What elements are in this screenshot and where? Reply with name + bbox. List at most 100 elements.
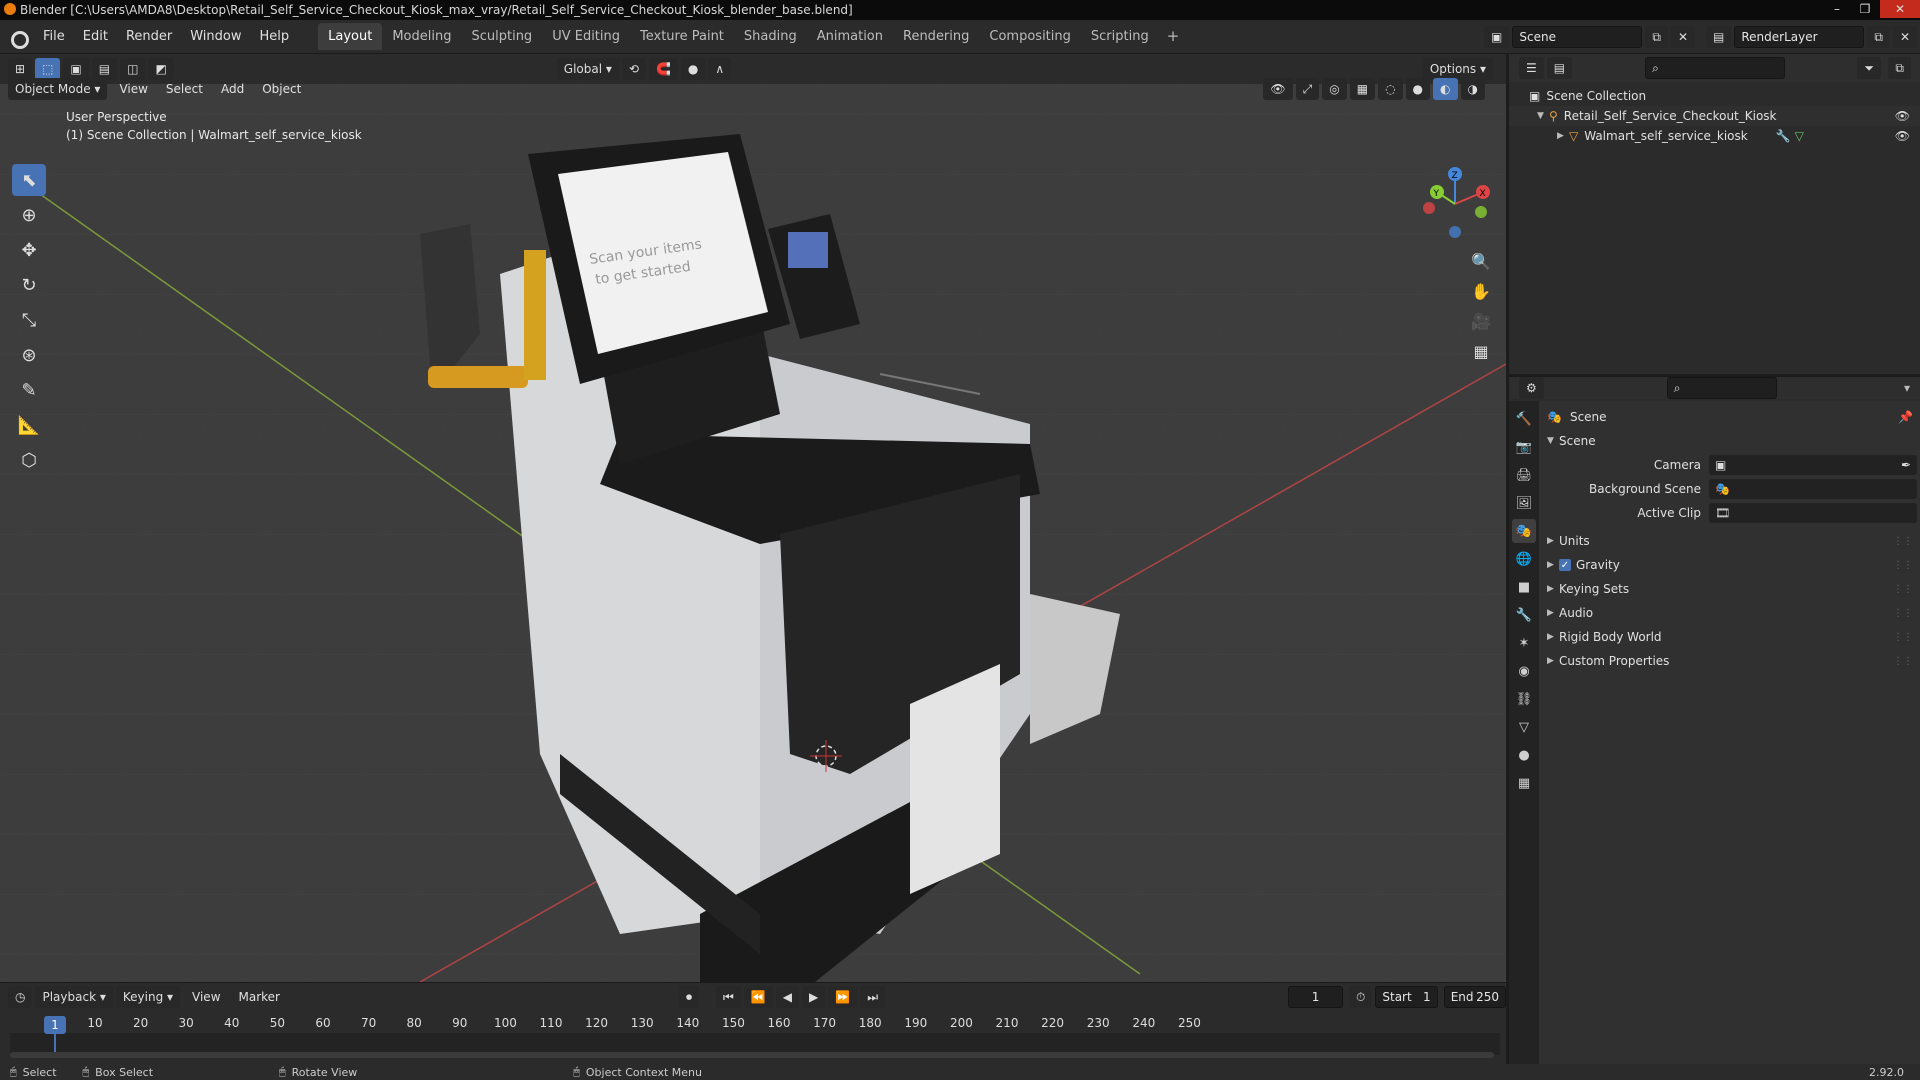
- solid-shading-icon[interactable]: ●: [1405, 78, 1431, 100]
- tab-modeling[interactable]: Modeling: [382, 23, 461, 50]
- background-scene-field[interactable]: 🎭: [1709, 479, 1917, 499]
- outliner-row-scene-collection[interactable]: ▣ Scene Collection: [1509, 86, 1920, 106]
- camera-field[interactable]: ▣ ✒: [1709, 455, 1917, 475]
- texture-tab-icon[interactable]: ▦: [1512, 771, 1536, 795]
- expand-arrow-icon[interactable]: ▶: [1547, 560, 1559, 570]
- gravity-checkbox[interactable]: ✓: [1559, 559, 1571, 571]
- timeline-editor-type-icon[interactable]: ◷: [8, 986, 33, 1008]
- render-layer-icon[interactable]: ▤: [1706, 26, 1732, 48]
- material-shading-icon[interactable]: ◐: [1433, 78, 1458, 100]
- menu-add[interactable]: Add: [212, 82, 253, 96]
- expand-arrow-icon[interactable]: ▶: [1547, 632, 1559, 642]
- units-panel[interactable]: ▶ Units ⋮⋮: [1539, 529, 1920, 553]
- new-collection-icon[interactable]: ⧉: [1888, 57, 1911, 79]
- drag-handle-icon[interactable]: ⋮⋮: [1893, 632, 1913, 643]
- start-frame-field[interactable]: Start 1: [1375, 986, 1438, 1008]
- frame-ruler[interactable]: 10 20 30 40 50 60 70 80 90 100 110 120 130 140 150 160 1…: [10, 1013, 1500, 1033]
- navigation-gizmo[interactable]: Z X Y: [1415, 164, 1495, 244]
- minimize-button[interactable]: –: [1824, 0, 1850, 18]
- pan-hand-icon[interactable]: ✋: [1466, 276, 1496, 306]
- scene-field[interactable]: Scene: [1512, 26, 1643, 48]
- expand-arrow-icon[interactable]: ▼: [1537, 111, 1549, 121]
- particles-tab-icon[interactable]: ✶: [1512, 631, 1536, 655]
- expand-arrow-icon[interactable]: ▶: [1557, 131, 1569, 141]
- jump-end-icon[interactable]: ⏭: [860, 986, 886, 1008]
- tab-scripting[interactable]: Scripting: [1081, 23, 1159, 50]
- custom-properties-panel[interactable]: ▶ Custom Properties ⋮⋮: [1539, 649, 1920, 673]
- gizmo-toggle-icon[interactable]: ⤢: [1295, 78, 1320, 100]
- measure-tool-icon[interactable]: 📐: [12, 409, 46, 441]
- menu-file[interactable]: File: [34, 29, 74, 44]
- collapse-arrow-icon[interactable]: ▼: [1547, 436, 1559, 446]
- outliner-row-kiosk-collection[interactable]: ▼ ⚲ Retail_Self_Service_Checkout_Kiosk 👁: [1509, 106, 1920, 126]
- object-tab-icon[interactable]: ■: [1512, 575, 1536, 599]
- transform-tool-icon[interactable]: ⊛: [12, 339, 46, 371]
- expand-arrow-icon[interactable]: ▶: [1547, 608, 1559, 618]
- output-tab-icon[interactable]: 🖨: [1512, 463, 1536, 487]
- drag-handle-icon[interactable]: ⋮⋮: [1893, 584, 1913, 595]
- end-frame-field[interactable]: End 250: [1443, 986, 1506, 1008]
- keying-dropdown[interactable]: Keying ▾: [115, 986, 181, 1008]
- camera-view-icon[interactable]: 🎥: [1466, 306, 1496, 336]
- visibility-eye-icon[interactable]: 👁: [1895, 109, 1910, 123]
- wireframe-shading-icon[interactable]: ◌: [1378, 78, 1403, 100]
- outliner-editor-type-icon[interactable]: ☰: [1519, 57, 1544, 79]
- scale-tool-icon[interactable]: ⤡: [12, 304, 46, 336]
- timeline-menu-marker[interactable]: Marker: [230, 990, 289, 1004]
- scene-panel-header[interactable]: ▼ Scene: [1539, 429, 1920, 453]
- timeline-scrollbar[interactable]: [10, 1052, 1494, 1058]
- tab-animation[interactable]: Animation: [807, 23, 893, 50]
- perspective-grid-icon[interactable]: ▦: [1466, 336, 1496, 366]
- tab-rendering[interactable]: Rendering: [893, 23, 979, 50]
- scene-type-icon[interactable]: ▣: [1484, 26, 1510, 48]
- menu-select[interactable]: Select: [157, 82, 212, 96]
- pin-icon[interactable]: 📌: [1898, 410, 1913, 424]
- playback-dropdown[interactable]: Playback ▾: [35, 986, 113, 1008]
- tool-tab-icon[interactable]: 🔨: [1512, 407, 1536, 431]
- playhead[interactable]: 1: [44, 1016, 66, 1034]
- active-clip-field[interactable]: 🎞: [1709, 503, 1917, 523]
- zoom-icon[interactable]: 🔍: [1466, 246, 1496, 276]
- data-tab-icon[interactable]: ▽: [1512, 715, 1536, 739]
- annotate-tool-icon[interactable]: ✎: [12, 374, 46, 406]
- menu-help[interactable]: Help: [251, 29, 299, 44]
- render-layer-field[interactable]: RenderLayer: [1734, 26, 1865, 48]
- blender-menu-icon[interactable]: [8, 27, 29, 49]
- drag-handle-icon[interactable]: ⋮⋮: [1893, 536, 1913, 547]
- tab-uv-editing[interactable]: UV Editing: [542, 23, 630, 50]
- properties-options-icon[interactable]: ▾: [1904, 381, 1910, 395]
- rendered-shading-icon[interactable]: ◑: [1460, 78, 1485, 100]
- maximize-button[interactable]: ❐: [1852, 0, 1878, 18]
- object-mode-dropdown[interactable]: Object Mode ▾: [8, 78, 108, 100]
- outliner-search-input[interactable]: ⌕: [1645, 57, 1786, 79]
- material-tab-icon[interactable]: ●: [1512, 743, 1536, 767]
- play-icon[interactable]: ▶: [802, 986, 826, 1008]
- filter-icon[interactable]: ⏷: [1857, 57, 1881, 79]
- new-layer-icon[interactable]: ⧉: [1867, 26, 1890, 48]
- tab-shading[interactable]: Shading: [734, 23, 807, 50]
- menu-window[interactable]: Window: [181, 29, 250, 44]
- move-tool-icon[interactable]: ✥: [12, 234, 46, 266]
- outliner-row-walmart-kiosk[interactable]: ▶ ▽ Walmart_self_service_kiosk 🔧 ▽ 👁: [1509, 126, 1920, 146]
- scene-tab-icon[interactable]: 🎭: [1512, 519, 1536, 543]
- delete-scene-icon[interactable]: ✕: [1670, 26, 1696, 48]
- drag-handle-icon[interactable]: ⋮⋮: [1893, 608, 1913, 619]
- world-tab-icon[interactable]: 🌐: [1512, 547, 1536, 571]
- rigid-body-world-panel[interactable]: ▶ Rigid Body World ⋮⋮: [1539, 625, 1920, 649]
- tab-sculpting[interactable]: Sculpting: [461, 23, 542, 50]
- tab-compositing[interactable]: Compositing: [979, 23, 1081, 50]
- rotate-tool-icon[interactable]: ↻: [12, 269, 46, 301]
- new-scene-icon[interactable]: ⧉: [1645, 26, 1668, 48]
- xray-icon[interactable]: ▦: [1349, 78, 1376, 100]
- jump-keyframe-forward-icon[interactable]: ⏩: [828, 986, 858, 1008]
- drag-handle-icon[interactable]: ⋮⋮: [1893, 656, 1913, 667]
- 3d-viewport[interactable]: Scan your items to get started ⊞ ⬚ ▣ ▤ ◫…: [0, 54, 1506, 982]
- close-button[interactable]: ✕: [1880, 0, 1920, 18]
- overlay-icon[interactable]: ◎: [1322, 78, 1347, 100]
- expand-arrow-icon[interactable]: ▶: [1547, 536, 1559, 546]
- play-reverse-icon[interactable]: ◀: [775, 986, 800, 1008]
- menu-edit[interactable]: Edit: [74, 29, 117, 44]
- expand-arrow-icon[interactable]: ▶: [1547, 584, 1559, 594]
- add-cube-tool-icon[interactable]: ⬡: [12, 444, 46, 476]
- modifier-tab-icon[interactable]: 🔧: [1512, 603, 1536, 627]
